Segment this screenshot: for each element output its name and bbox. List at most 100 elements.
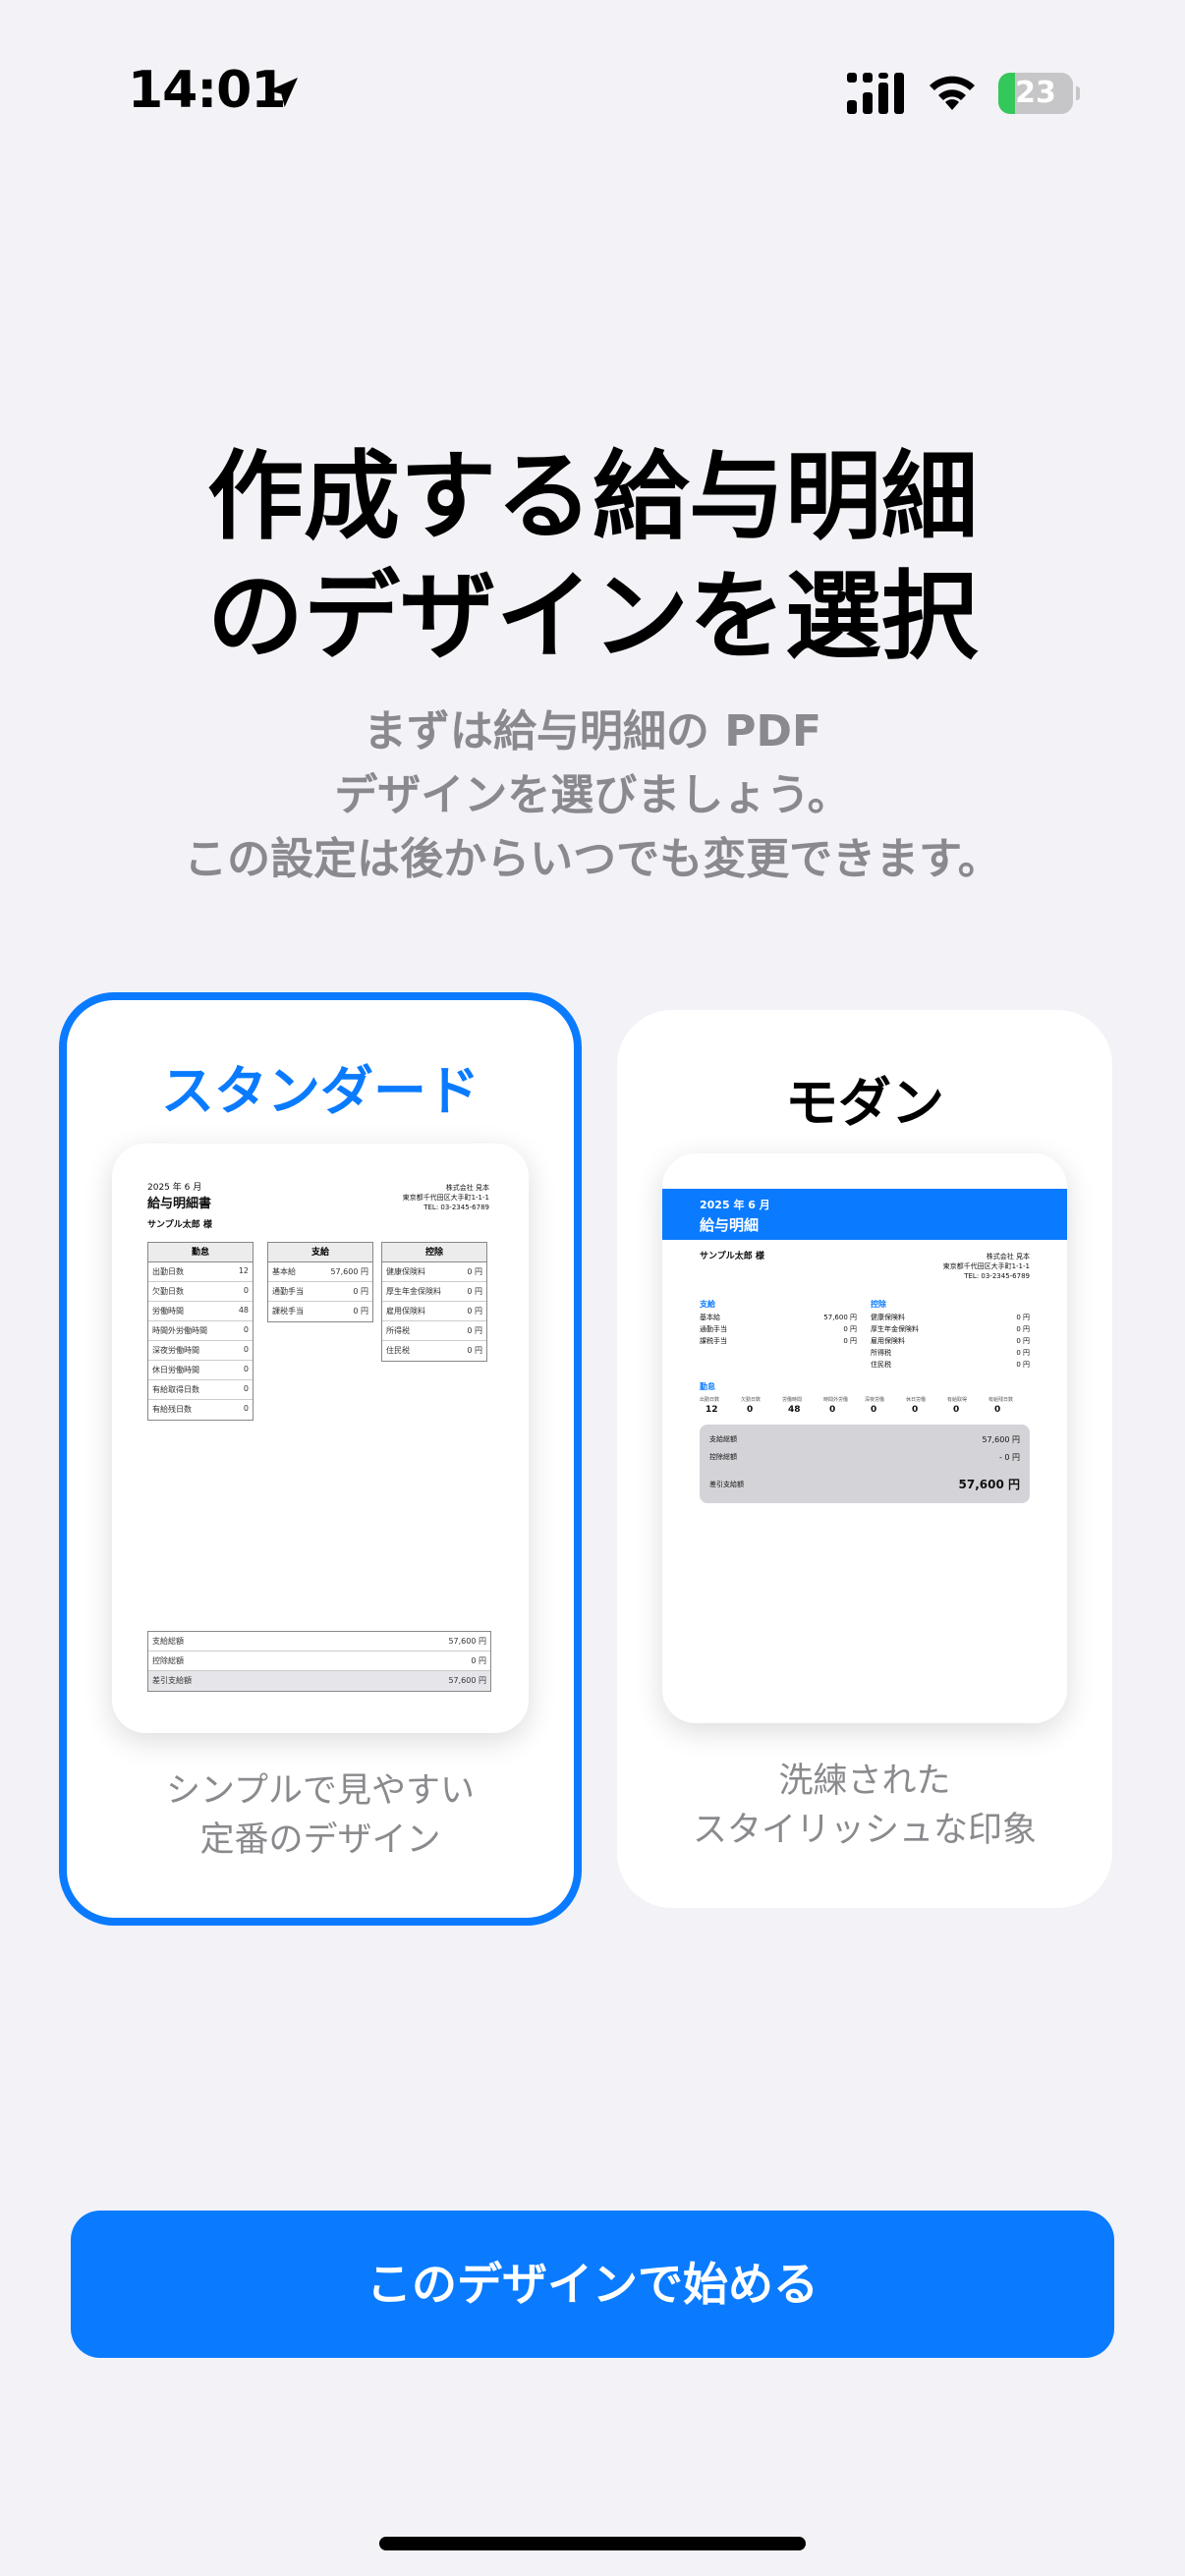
- table-row: 有給残日数 0: [148, 1400, 253, 1420]
- row-value: 57,600 円: [330, 1267, 368, 1276]
- attendance-value: 0: [747, 1405, 754, 1415]
- row-label: 課税手当: [272, 1307, 304, 1316]
- row-value: 0 円: [1016, 1337, 1030, 1345]
- row-value: 48: [238, 1306, 249, 1315]
- option-description-modern: 洗練された スタイリッシュな印象: [692, 1762, 1037, 1850]
- battery-indicator: 23: [998, 73, 1080, 116]
- row-value: 0 円: [467, 1326, 482, 1335]
- row-label: 有給残日数: [152, 1405, 192, 1414]
- battery-level: 23: [1015, 76, 1056, 110]
- table-row: 休日労働時間 0: [148, 1361, 253, 1380]
- deduction-table: 控除 健康保険料 0 円厚生年金保険料 0 円雇用保険料 0 円所得税 0 円住民税 0 …: [381, 1242, 487, 1362]
- row-label: 深夜労働時間: [152, 1346, 199, 1355]
- row-value: 12: [238, 1266, 249, 1275]
- option-title-standard: スタンダード: [161, 1060, 480, 1122]
- status-bar: 14:01 23: [0, 0, 1185, 187]
- row-label: 所得税: [386, 1326, 410, 1335]
- row-value: 57,600 円: [448, 1637, 486, 1646]
- attendance-value: 0: [829, 1405, 836, 1415]
- design-option-standard[interactable]: スタンダード 2025 年 6 月 給与明細書 サンプル太郎 様 株式会社 見本…: [59, 992, 582, 1926]
- row-label: 休日労働時間: [152, 1366, 199, 1374]
- design-option-modern[interactable]: モダン 2025 年 6 月 給与明細 サンプル太郎 様 株式会社 見本 東京都…: [617, 1010, 1112, 1908]
- table-row: 時間外労働時間 0: [148, 1321, 253, 1341]
- table-row: 控除総額 0 円: [148, 1652, 490, 1671]
- row-value: 0 円: [471, 1656, 486, 1665]
- table-row: 住民税 0 円: [382, 1341, 486, 1361]
- row-value: 57,600 円: [823, 1314, 857, 1321]
- row-value: 0: [243, 1286, 249, 1295]
- row-value: 0 円: [353, 1307, 368, 1316]
- table-row: 有給取得日数 0: [148, 1380, 253, 1400]
- row-value: 0 円: [843, 1325, 857, 1333]
- page-title: 作成する給与明細 のデザインを選択: [206, 441, 978, 673]
- attendance-label: 有給残日数: [988, 1397, 1014, 1403]
- attendance-table: 勤怠 出勤日数 12 欠勤日数 0 労働時間 48 時間外労働時間 0 深夜労働時間 0 休日労働時…: [147, 1242, 254, 1421]
- row-label: 健康保険料: [386, 1267, 425, 1276]
- row-label: 支給総額: [152, 1637, 184, 1646]
- row-value: 57,600 円: [448, 1676, 486, 1685]
- row-value: 0: [243, 1345, 249, 1354]
- row-value: 0 円: [467, 1307, 482, 1316]
- location-arrow-icon: [268, 78, 298, 107]
- table-row: 基本給 57,600 円: [268, 1262, 372, 1282]
- table-row: 労働時間 48: [148, 1302, 253, 1321]
- row-value: 0 円: [353, 1287, 368, 1296]
- row-label: 時間外労働時間: [152, 1326, 207, 1335]
- attendance-value: 0: [994, 1405, 1001, 1415]
- attendance-value: 0: [871, 1405, 877, 1415]
- row-label: 雇用保険料: [871, 1337, 905, 1345]
- row-value: 0 円: [467, 1267, 482, 1276]
- row-label: 厚生年金保険料: [386, 1287, 441, 1296]
- row-label: 欠勤日数: [152, 1287, 184, 1296]
- row-label: 控除総額: [152, 1656, 184, 1665]
- attendance-value: 0: [953, 1405, 960, 1415]
- row-label: 基本給: [700, 1314, 720, 1321]
- option-title-modern: モダン: [785, 1072, 944, 1134]
- row-value: 0: [243, 1384, 249, 1393]
- table-row: 支給総額 57,600 円: [148, 1632, 490, 1652]
- row-value: 0 円: [467, 1287, 482, 1296]
- cellular-signal-icon: [847, 73, 904, 114]
- wifi-icon: [930, 76, 975, 110]
- row-label: 通勤手当: [700, 1325, 727, 1333]
- row-label: 通勤手当: [272, 1287, 304, 1296]
- attendance-value: 0: [912, 1405, 919, 1415]
- row-label: 課税手当: [700, 1337, 727, 1345]
- attendance-value: 48: [788, 1405, 801, 1415]
- row-value: 0: [243, 1404, 249, 1413]
- row-value: 0 円: [467, 1346, 482, 1355]
- table-row: 通勤手当 0 円: [268, 1282, 372, 1302]
- table-row: 深夜労働時間 0: [148, 1341, 253, 1361]
- preview-banner: 2025 年 6 月 給与明細: [662, 1189, 1067, 1240]
- row-label: 出勤日数: [152, 1267, 184, 1276]
- attendance-label: 時間外労働: [823, 1397, 849, 1403]
- row-label: 基本給: [272, 1267, 296, 1276]
- preview-modern: 2025 年 6 月 給与明細 サンプル太郎 様 株式会社 見本 東京都千代田区…: [662, 1153, 1067, 1723]
- row-value: 0: [243, 1325, 249, 1334]
- row-value: 0 円: [1016, 1361, 1030, 1369]
- table-row: 厚生年金保険料 0 円: [382, 1282, 486, 1302]
- row-value: 0 円: [1016, 1314, 1030, 1321]
- totals-table: 支給総額 57,600 円控除総額 0 円差引支給額 57,600 円: [147, 1631, 491, 1692]
- row-value: 0 円: [843, 1337, 857, 1345]
- table-row: 欠勤日数 0: [148, 1282, 253, 1302]
- page-subtitle: まずは給与明細の PDF デザインを選びましょう。 この設定は後からいつでも変更…: [184, 706, 1001, 884]
- table-row: 所得税 0 円: [382, 1321, 486, 1341]
- status-time: 14:01: [128, 61, 287, 120]
- row-label: 厚生年金保険料: [871, 1325, 919, 1333]
- row-value: 0 円: [1016, 1325, 1030, 1333]
- row-label: 住民税: [386, 1346, 410, 1355]
- home-indicator[interactable]: [379, 2537, 806, 2550]
- table-row: 出勤日数 12: [148, 1262, 253, 1282]
- payment-table: 支給 基本給 57,600 円通勤手当 0 円課税手当 0 円: [267, 1242, 373, 1322]
- row-label: 雇用保険料: [386, 1307, 425, 1316]
- option-description-standard: シンプルで見やすい 定番のデザイン: [166, 1771, 475, 1860]
- row-label: 所得税: [871, 1349, 891, 1357]
- table-row: 雇用保険料 0 円: [382, 1302, 486, 1321]
- row-label: 健康保険料: [871, 1314, 905, 1321]
- row-value: 0: [243, 1365, 249, 1373]
- preview-totals: 支給総額 57,600 円 控除総額 - 0 円 差引支給額 57,600 円: [700, 1425, 1030, 1503]
- table-row: 課税手当 0 円: [268, 1302, 372, 1321]
- start-with-design-button[interactable]: このデザインで始める: [71, 2211, 1114, 2358]
- row-label: 労働時間: [152, 1307, 184, 1316]
